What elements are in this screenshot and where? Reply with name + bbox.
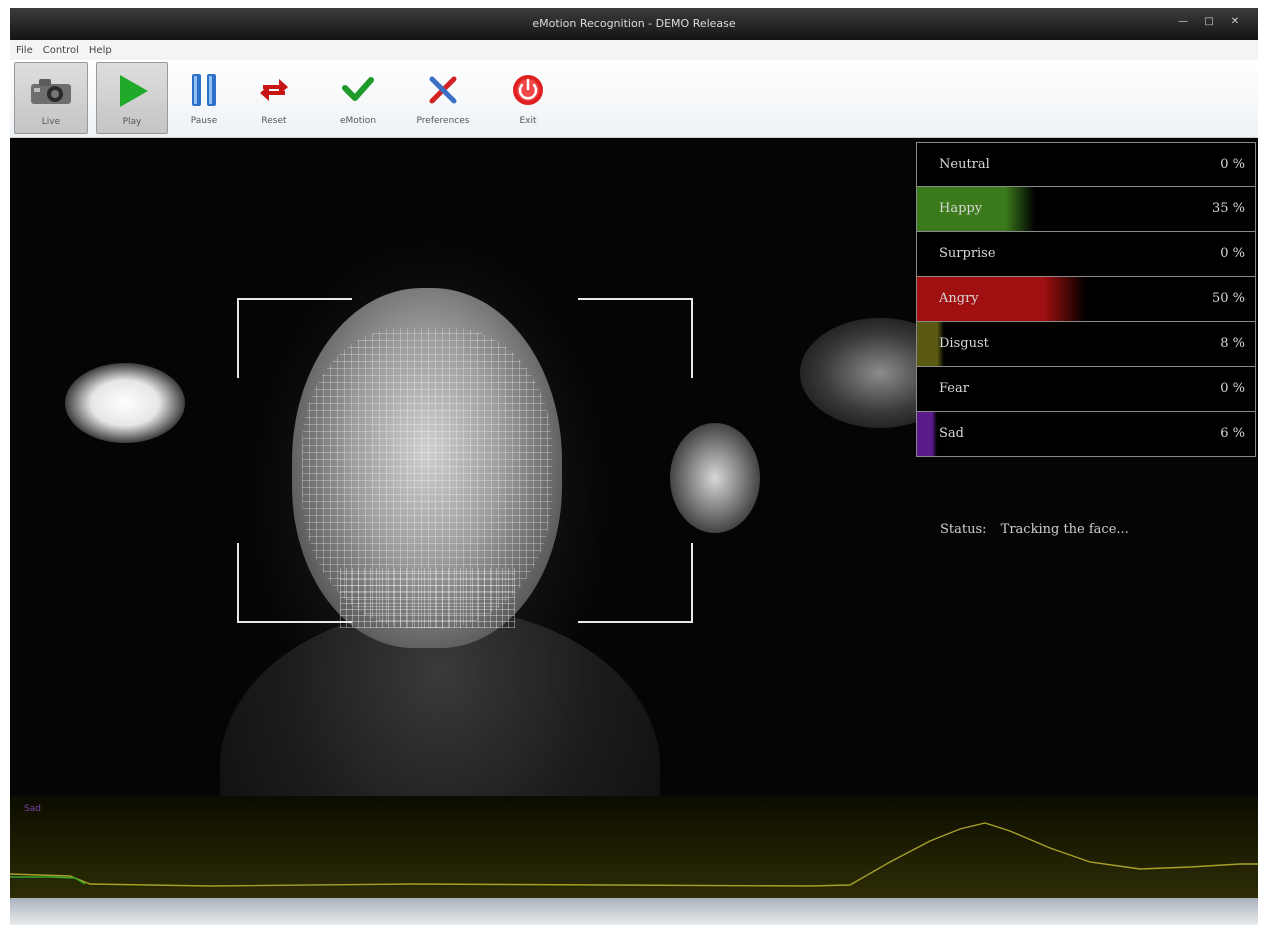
play-label: Play	[122, 117, 142, 127]
menu-file[interactable]: File	[16, 45, 33, 56]
window-title: eMotion Recognition - DEMO Release	[532, 17, 736, 30]
light-glare	[65, 363, 185, 443]
reset-icon	[257, 66, 291, 114]
menu-help[interactable]: Help	[89, 45, 112, 56]
reset-button[interactable]: Reset	[246, 62, 302, 134]
close-icon[interactable]: ✕	[1226, 15, 1244, 29]
reset-label: Reset	[261, 116, 287, 126]
maximize-icon[interactable]: □	[1200, 15, 1218, 29]
emotion-percent: 0 %	[1220, 157, 1245, 172]
emotion-percent: 50 %	[1211, 291, 1245, 306]
status-label: Status:	[940, 522, 987, 537]
face-bracket-top-right	[578, 298, 693, 378]
emotion-label: eMotion	[339, 116, 377, 126]
status-bar	[10, 898, 1258, 925]
play-button[interactable]: Play	[96, 62, 168, 134]
emotion-name: Angry	[939, 291, 979, 306]
title-bar: eMotion Recognition - DEMO Release — □ ✕	[10, 8, 1258, 40]
face-bracket-bottom-left	[237, 543, 352, 623]
emotion-percent: 0 %	[1220, 246, 1245, 261]
emotion-name: Fear	[939, 381, 969, 396]
graph-plot	[10, 822, 1258, 887]
emotion-row-disgust: Disgust 8 %	[916, 322, 1256, 367]
pause-label: Pause	[190, 116, 218, 126]
neck-tracking-mesh	[340, 568, 515, 628]
camera-icon	[29, 67, 73, 115]
live-button[interactable]: Live	[14, 62, 88, 134]
play-icon	[114, 67, 150, 115]
emotion-percent: 0 %	[1220, 381, 1245, 396]
emotion-name: Neutral	[939, 157, 990, 172]
minimize-icon[interactable]: —	[1174, 15, 1192, 29]
checkmark-icon	[341, 66, 375, 114]
face-bracket-bottom-right	[578, 543, 693, 623]
emotion-row-neutral: Neutral 0 %	[916, 142, 1256, 187]
video-view: Neutral 0 % Happy 35 % Surprise 0 % Angr…	[10, 138, 1258, 898]
emotion-panel: Neutral 0 % Happy 35 % Surprise 0 % Angr…	[916, 142, 1256, 457]
tools-icon	[426, 66, 460, 114]
emotion-name: Sad	[939, 426, 964, 441]
emotion-name: Disgust	[939, 336, 989, 351]
emotion-row-happy: Happy 35 %	[916, 187, 1256, 232]
emotion-row-fear: Fear 0 %	[916, 367, 1256, 412]
emotion-button[interactable]: eMotion	[328, 62, 388, 134]
emotion-history-graph: Sad	[10, 796, 1258, 898]
status-line: Status: Tracking the face...	[940, 522, 1129, 537]
live-label: Live	[41, 117, 61, 127]
emotion-percent: 6 %	[1220, 426, 1245, 441]
graph-line-disgust	[10, 822, 1258, 887]
pause-icon	[189, 66, 219, 114]
app-window: eMotion Recognition - DEMO Release — □ ✕…	[10, 8, 1258, 925]
toolbar: Live Play Pause Reset eMotion Preference…	[10, 60, 1258, 138]
emotion-row-sad: Sad 6 %	[916, 412, 1256, 457]
background-object	[670, 423, 760, 533]
emotion-name: Happy	[939, 201, 983, 216]
status-text: Tracking the face...	[1000, 522, 1129, 537]
emotion-percent: 35 %	[1211, 201, 1245, 216]
menu-bar: File Control Help	[10, 40, 1258, 60]
menu-control[interactable]: Control	[43, 45, 79, 56]
window-controls: — □ ✕	[1174, 15, 1244, 29]
pause-button[interactable]: Pause	[176, 62, 232, 134]
exit-label: Exit	[519, 116, 537, 126]
emotion-percent: 8 %	[1220, 336, 1245, 351]
preferences-button[interactable]: Preferences	[404, 62, 482, 134]
face-bracket-top-left	[237, 298, 352, 378]
emotion-row-surprise: Surprise 0 %	[916, 232, 1256, 277]
preferences-label: Preferences	[416, 116, 470, 126]
graph-line-happy	[10, 876, 86, 885]
emotion-bar	[917, 412, 938, 456]
power-icon	[511, 66, 545, 114]
emotion-name: Surprise	[939, 246, 996, 261]
exit-button[interactable]: Exit	[500, 62, 556, 134]
emotion-row-angry: Angry 50 %	[916, 277, 1256, 322]
